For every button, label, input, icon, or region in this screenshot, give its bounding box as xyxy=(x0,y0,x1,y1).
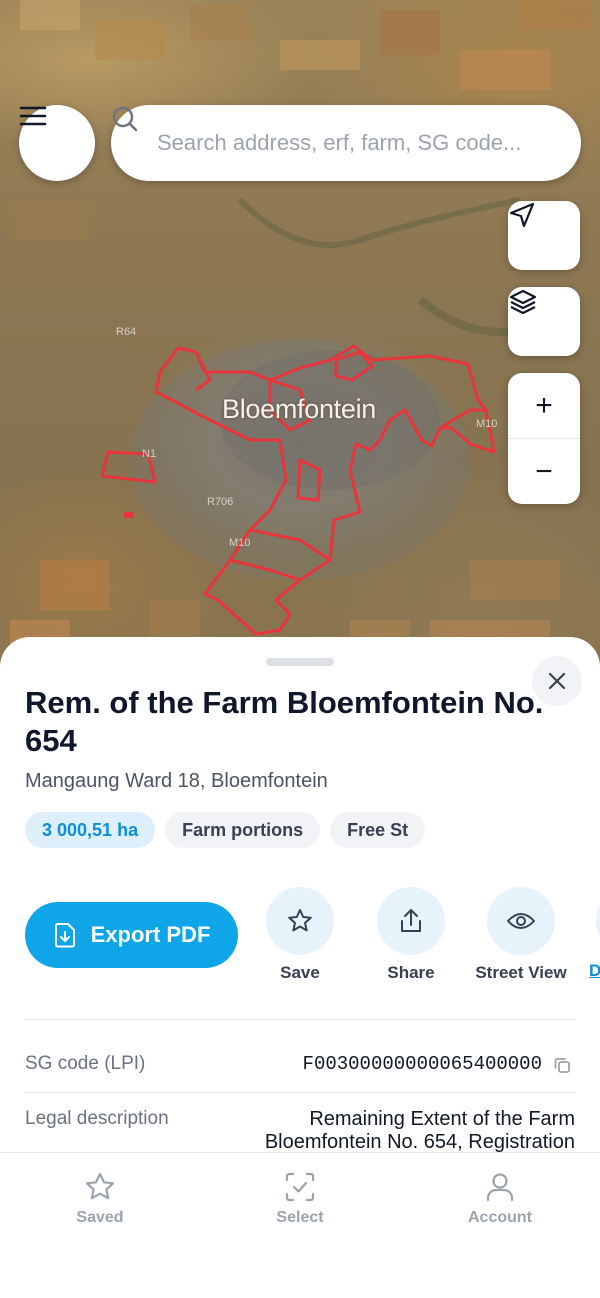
road-label: M10 xyxy=(229,537,251,549)
save-circle xyxy=(266,887,334,955)
road-label: M10 xyxy=(476,418,498,430)
bottom-navigation: Saved Select Account xyxy=(0,1152,600,1298)
nav-item-saved[interactable]: Saved xyxy=(40,1171,160,1227)
plus-icon: + xyxy=(535,388,553,422)
street-view-label: Street View xyxy=(475,963,567,982)
select-icon xyxy=(285,1172,315,1202)
property-subtitle: Mangaung Ward 18, Bloemfontein xyxy=(25,770,328,792)
layers-button[interactable] xyxy=(508,287,580,356)
street-view-button[interactable]: Street View xyxy=(466,887,576,983)
save-label: Save xyxy=(280,963,320,982)
divider xyxy=(25,1019,575,1020)
property-details-sheet: Rem. of the Farm Bloemfontein No. 654 Ma… xyxy=(0,637,600,1157)
navigation-arrow-icon xyxy=(509,202,535,228)
star-icon xyxy=(288,909,312,932)
search-icon xyxy=(112,106,138,132)
minus-icon: − xyxy=(535,454,553,488)
locate-button[interactable] xyxy=(508,201,580,270)
file-download-icon xyxy=(54,923,75,948)
road-label: N1 xyxy=(142,448,157,460)
nav-item-account[interactable]: Account xyxy=(440,1171,560,1227)
layers-icon xyxy=(509,289,537,315)
nav-item-select[interactable]: Select xyxy=(240,1171,360,1227)
share-icon xyxy=(401,909,421,932)
more-action-circle[interactable] xyxy=(596,887,600,955)
street-view-circle xyxy=(487,887,555,955)
area-chip: 3 000,51 ha xyxy=(25,812,156,848)
share-circle xyxy=(377,887,445,955)
save-button[interactable]: Save xyxy=(245,887,355,983)
map-view[interactable]: R64 N1 R706 M10 M10 Bloemfontein + xyxy=(0,0,600,680)
star-icon xyxy=(85,1172,115,1200)
share-button[interactable]: Share xyxy=(356,887,466,983)
account-icon xyxy=(486,1173,514,1202)
road-label: R64 xyxy=(116,326,137,338)
province-chip: Free St xyxy=(330,812,426,848)
road-label: R706 xyxy=(207,496,234,508)
sg-code-label: SG code (LPI) xyxy=(25,1053,146,1074)
share-label: Share xyxy=(387,963,435,982)
legal-description-label: Legal description xyxy=(25,1108,169,1129)
zoom-controls: + − xyxy=(508,373,580,504)
sg-code-value: F00300000000065400000 xyxy=(302,1053,542,1075)
zoom-in-button[interactable]: + xyxy=(508,373,580,438)
hamburger-icon xyxy=(19,106,47,126)
city-label: Bloemfontein xyxy=(222,394,376,424)
category-chip: Farm portions xyxy=(165,812,321,848)
nav-account-label: Account xyxy=(468,1209,532,1226)
export-pdf-label: Export PDF xyxy=(90,922,211,947)
search-input[interactable] xyxy=(157,130,547,156)
divider xyxy=(25,1092,575,1093)
export-pdf-button[interactable]: Export PDF xyxy=(25,902,238,968)
zoom-out-button[interactable]: − xyxy=(508,439,580,504)
legal-description-value: Remaining Extent of the Farm Bloemfontei… xyxy=(264,1108,575,1153)
copy-icon[interactable] xyxy=(553,1056,571,1074)
action-row: Export PDF Save Share Street View D xyxy=(0,887,600,997)
sheet-grabber[interactable] xyxy=(266,658,334,666)
search-bar[interactable] xyxy=(111,105,581,181)
nav-saved-label: Saved xyxy=(76,1209,124,1226)
nav-select-label: Select xyxy=(276,1209,324,1226)
eye-icon xyxy=(507,913,535,929)
property-title: Rem. of the Farm Bloemfontein No. 654 xyxy=(25,685,544,758)
more-action-link[interactable]: D xyxy=(589,961,600,981)
menu-button[interactable] xyxy=(19,105,95,181)
property-chips: 3 000,51 ha Farm portions Free St xyxy=(25,812,426,848)
